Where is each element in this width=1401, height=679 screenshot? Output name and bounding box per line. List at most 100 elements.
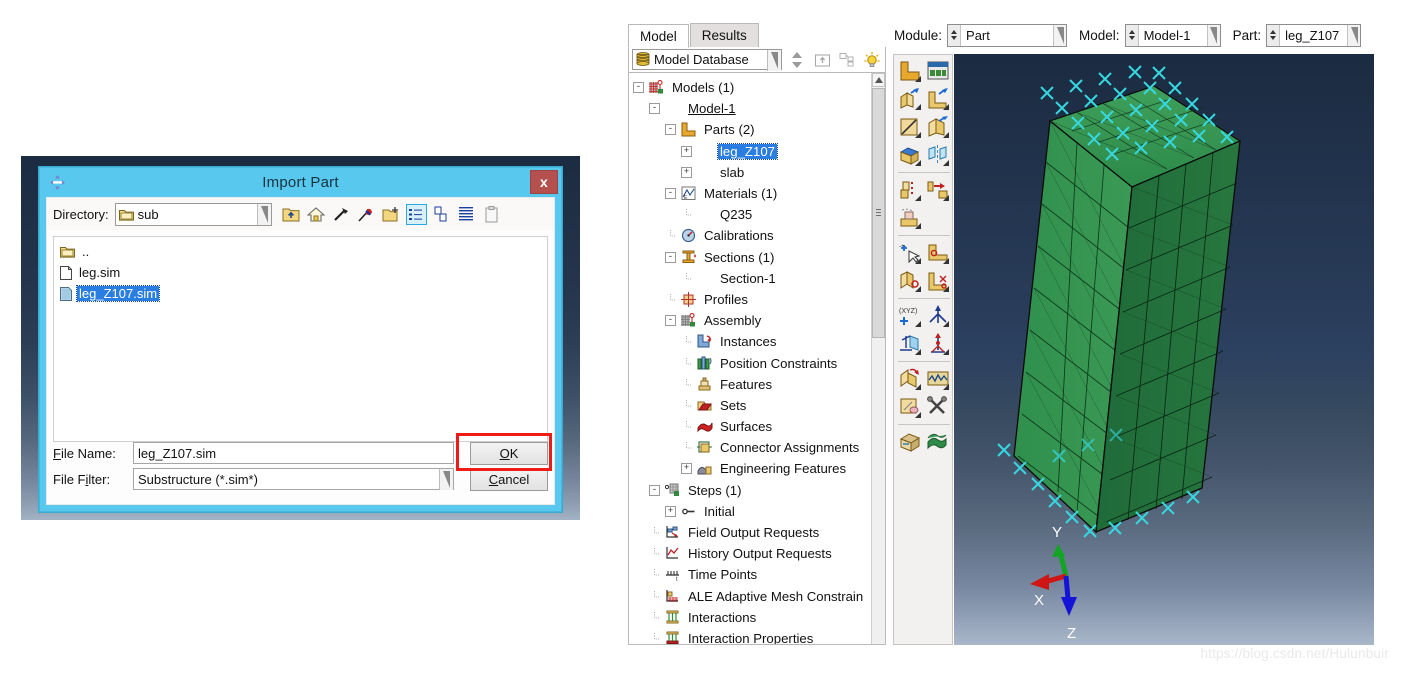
spinner-icon[interactable] — [1125, 24, 1139, 46]
spinner-icon[interactable] — [1267, 24, 1281, 46]
tree-node[interactable]: Q235 — [633, 204, 871, 225]
create-wire-icon[interactable] — [896, 113, 924, 141]
directory-combo[interactable]: sub — [114, 202, 272, 226]
tree-node[interactable]: Connector Assignments — [633, 437, 871, 458]
tree-node[interactable]: + Initial — [633, 501, 871, 522]
tree-node[interactable]: - Sections (1) — [633, 247, 871, 268]
create-solid-revolve-icon[interactable] — [924, 113, 952, 141]
create-cut-extrude-icon[interactable] — [896, 176, 924, 204]
create-partition-cell-icon[interactable] — [896, 267, 924, 295]
chevron-down-icon[interactable] — [439, 469, 453, 490]
collapse-icon[interactable]: - — [665, 188, 676, 200]
tree-node[interactable]: - Model-1 — [633, 98, 871, 119]
tree-node[interactable]: - Models (1) — [633, 77, 871, 98]
spinner-icon[interactable] — [948, 24, 962, 46]
geometry-repair-icon[interactable] — [924, 428, 952, 456]
tree-node[interactable]: ALE Adaptive Mesh Constrain — [633, 586, 871, 607]
home-directory-icon[interactable] — [307, 205, 326, 224]
create-blend-icon[interactable] — [924, 176, 952, 204]
edit-feature-icon[interactable] — [896, 365, 924, 393]
table-view-icon[interactable] — [457, 205, 476, 224]
filter-tree-icon[interactable] — [837, 50, 857, 70]
create-part-icon[interactable] — [896, 57, 924, 85]
create-datum-axis-icon[interactable] — [924, 302, 952, 330]
expand-icon[interactable]: + — [681, 166, 692, 178]
chevron-down-icon[interactable] — [1206, 24, 1220, 46]
tree-node[interactable]: - Steps (1) — [633, 480, 871, 501]
parent-level-icon[interactable] — [812, 50, 832, 70]
module-combo[interactable]: Part — [947, 23, 1068, 47]
list-item[interactable]: leg_Z107.sim — [58, 283, 547, 304]
model-combo[interactable]: Model-1 — [1124, 23, 1221, 47]
tree-scrollbar[interactable] — [871, 73, 885, 644]
create-cut-sweep-icon[interactable] — [924, 267, 952, 295]
part-manager-icon[interactable] — [924, 57, 952, 85]
collapse-icon[interactable]: - — [649, 103, 660, 115]
tree-node[interactable]: Instances — [633, 331, 871, 352]
tree-node[interactable]: Position Constraints — [633, 352, 871, 373]
scroll-thumb[interactable] — [872, 88, 885, 338]
tree-node[interactable]: History Output Requests — [633, 543, 871, 564]
tree-node[interactable]: Profiles — [633, 289, 871, 310]
list-view-icon[interactable] — [405, 203, 427, 225]
tree-node[interactable]: Interaction Properties — [633, 628, 871, 644]
create-partition-face-icon[interactable] — [924, 239, 952, 267]
create-datum-point-icon[interactable]: -+- — [896, 239, 924, 267]
tree-node[interactable]: - Parts (2) — [633, 119, 871, 140]
chevron-down-icon[interactable] — [1347, 24, 1361, 46]
scroll-track[interactable] — [872, 88, 885, 629]
cancel-button[interactable]: Cancel — [470, 467, 548, 491]
query-information-icon[interactable] — [896, 428, 924, 456]
database-selector[interactable]: Model Database — [632, 49, 782, 71]
collapse-icon[interactable]: - — [649, 484, 660, 496]
scroll-up-button[interactable] — [872, 73, 885, 87]
collapse-icon[interactable]: - — [633, 82, 644, 94]
new-folder-icon[interactable] — [382, 205, 401, 224]
ok-button[interactable]: OK — [470, 441, 548, 465]
expand-icon[interactable]: + — [665, 505, 676, 517]
model-viewport[interactable]: Y X Z — [954, 54, 1374, 645]
tab-model[interactable]: Model — [628, 24, 689, 48]
tree-node[interactable]: Field Output Requests — [633, 522, 871, 543]
list-item[interactable]: leg.sim — [58, 262, 547, 283]
tree-node[interactable]: Calibrations — [633, 225, 871, 246]
chevron-down-icon[interactable] — [256, 203, 271, 225]
parent-directory-icon[interactable] — [282, 205, 301, 224]
expand-icon[interactable]: + — [681, 463, 692, 475]
tree-node[interactable]: + leg_Z107 — [633, 141, 871, 162]
collapse-icon[interactable]: - — [665, 251, 676, 263]
chevron-down-icon[interactable] — [1053, 24, 1067, 46]
list-item[interactable]: .. — [58, 241, 547, 262]
create-round-fillet-icon[interactable] — [896, 204, 924, 232]
tree-node[interactable]: + slab — [633, 162, 871, 183]
tree-node[interactable]: - Assembly — [633, 310, 871, 331]
module-toolbar[interactable]: -+- (XYZ) — [893, 54, 953, 645]
tree-nodes[interactable]: - Models (1) - Model-1- Parts (2) + leg_Z107 + s… — [629, 73, 871, 644]
file-name-input[interactable]: leg_Z107.sim — [133, 442, 454, 464]
tab-results[interactable]: Results — [689, 23, 759, 47]
tree-node[interactable]: Features — [633, 374, 871, 395]
create-shell-extrude-icon[interactable] — [896, 85, 924, 113]
create-datum-plane-icon[interactable] — [896, 330, 924, 358]
file-list[interactable]: .. leg.sim leg_Z107.sim — [53, 236, 548, 442]
create-mirror-icon[interactable] — [924, 141, 952, 169]
tree-node[interactable]: Surfaces — [633, 416, 871, 437]
tree-node[interactable]: + Engineering Features — [633, 458, 871, 479]
delete-feature-icon[interactable] — [896, 393, 924, 421]
tree-node[interactable]: Section-1 — [633, 268, 871, 289]
file-filter-combo[interactable]: Substructure (*.sim*) — [133, 468, 454, 490]
favorites-icon[interactable] — [357, 205, 376, 224]
close-button[interactable]: x — [530, 170, 558, 194]
detail-view-icon[interactable] — [432, 205, 451, 224]
lightbulb-icon[interactable] — [862, 50, 882, 70]
expand-icon[interactable]: + — [681, 145, 692, 157]
create-solid-extrude-icon[interactable] — [896, 141, 924, 169]
part-combo[interactable]: leg_Z107 — [1266, 23, 1362, 47]
create-reference-point-icon[interactable] — [924, 330, 952, 358]
clipboard-icon[interactable] — [482, 205, 501, 224]
chevron-down-icon[interactable] — [767, 50, 781, 71]
tree-node[interactable]: - E Materials (1) — [633, 183, 871, 204]
tree-node[interactable]: Sets — [633, 395, 871, 416]
tools-icon[interactable] — [924, 393, 952, 421]
collapse-icon[interactable]: - — [665, 124, 676, 136]
